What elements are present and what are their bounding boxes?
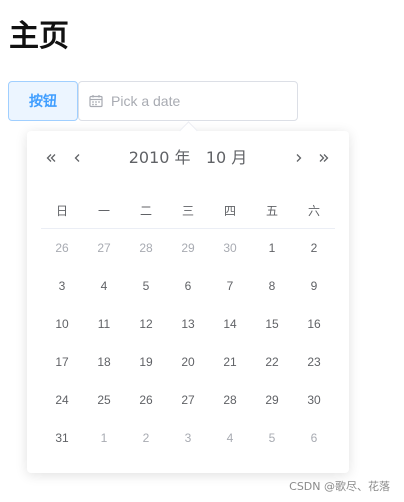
calendar-day-other-month[interactable]: 2 (125, 419, 167, 457)
calendar-day[interactable]: 22 (251, 343, 293, 381)
weekday-label: 三 (167, 192, 209, 229)
year-label[interactable]: 2010 年 (129, 148, 191, 167)
watermark: CSDN @歌尽、花落 (289, 480, 390, 493)
calendar-day[interactable]: 12 (125, 305, 167, 343)
calendar-day[interactable]: 10 (41, 305, 83, 343)
calendar-day[interactable]: 30 (293, 381, 335, 419)
calendar-day[interactable]: 31 (41, 419, 83, 457)
calendar-day-other-month[interactable]: 30 (209, 229, 251, 268)
calendar-day[interactable]: 7 (209, 267, 251, 305)
calendar-week-row: 31 1 2 3 4 5 6 (41, 419, 335, 457)
weekday-label: 六 (293, 192, 335, 229)
calendar-day[interactable]: 8 (251, 267, 293, 305)
weekday-label: 日 (41, 192, 83, 229)
weekday-label: 五 (251, 192, 293, 229)
calendar-day[interactable]: 5 (125, 267, 167, 305)
next-year-icon[interactable] (316, 145, 332, 171)
calendar-day-other-month[interactable]: 4 (209, 419, 251, 457)
calendar-day[interactable]: 14 (209, 305, 251, 343)
calendar-week-row: 17 18 19 20 21 22 23 (41, 343, 335, 381)
calendar-day-other-month[interactable]: 5 (251, 419, 293, 457)
calendar-day[interactable]: 6 (167, 267, 209, 305)
calendar-day[interactable]: 19 (125, 343, 167, 381)
calendar-day[interactable]: 29 (251, 381, 293, 419)
calendar-day[interactable]: 4 (83, 267, 125, 305)
calendar-day[interactable]: 27 (167, 381, 209, 419)
page-title: 主页 (9, 19, 69, 54)
calendar-day[interactable]: 28 (209, 381, 251, 419)
page: 主页 按钮 Pick a date 2010 年 10 月 日 一 二 三 四 … (0, 0, 404, 502)
calendar-day[interactable]: 16 (293, 305, 335, 343)
calendar-day[interactable]: 11 (83, 305, 125, 343)
calendar-day[interactable]: 21 (209, 343, 251, 381)
date-picker-input[interactable] (78, 81, 298, 121)
calendar-day[interactable]: 9 (293, 267, 335, 305)
calendar-day[interactable]: 25 (83, 381, 125, 419)
calendar-day-other-month[interactable]: 28 (125, 229, 167, 268)
calendar-day-other-month[interactable]: 29 (167, 229, 209, 268)
calendar-day[interactable]: 17 (41, 343, 83, 381)
prev-month-icon[interactable] (69, 145, 85, 171)
calendar-day-other-month[interactable]: 6 (293, 419, 335, 457)
month-label[interactable]: 10 月 (206, 148, 247, 167)
calendar-week-row: 3456789 (41, 267, 335, 305)
calendar-day[interactable]: 15 (251, 305, 293, 343)
calendar-week-row: 26 27 28 29 30 1 2 (41, 229, 335, 268)
action-button[interactable]: 按钮 (8, 81, 78, 121)
next-month-icon[interactable] (291, 145, 307, 171)
calendar-day-other-month[interactable]: 3 (167, 419, 209, 457)
picker-header: 2010 年 10 月 (27, 145, 349, 171)
date-picker-panel: 2010 年 10 月 日 一 二 三 四 五 六 26 27 28 29 30… (27, 131, 349, 473)
calendar-icon (89, 94, 103, 108)
calendar-week-row: 10 11 12 13 14 15 16 (41, 305, 335, 343)
calendar-day[interactable]: 26 (125, 381, 167, 419)
calendar-day[interactable]: 24 (41, 381, 83, 419)
calendar-day[interactable]: 1 (251, 229, 293, 268)
calendar-day[interactable]: 23 (293, 343, 335, 381)
calendar-day-other-month[interactable]: 27 (83, 229, 125, 268)
calendar-day[interactable]: 3 (41, 267, 83, 305)
calendar-day[interactable]: 2 (293, 229, 335, 268)
weekday-label: 四 (209, 192, 251, 229)
calendar-day-other-month[interactable]: 1 (83, 419, 125, 457)
calendar-day[interactable]: 18 (83, 343, 125, 381)
calendar-day[interactable]: 20 (167, 343, 209, 381)
weekday-header-row: 日 一 二 三 四 五 六 (41, 192, 335, 229)
weekday-label: 二 (125, 192, 167, 229)
calendar-day[interactable]: 13 (167, 305, 209, 343)
calendar-week-row: 24 25 26 27 28 29 30 (41, 381, 335, 419)
calendar-day-other-month[interactable]: 26 (41, 229, 83, 268)
prev-year-icon[interactable] (43, 145, 59, 171)
calendar-grid: 日 一 二 三 四 五 六 26 27 28 29 30 1 2 3 4 5 6 7 8 9 10 11 12 1… (41, 192, 335, 457)
date-input-field[interactable] (109, 92, 283, 110)
weekday-label: 一 (83, 192, 125, 229)
